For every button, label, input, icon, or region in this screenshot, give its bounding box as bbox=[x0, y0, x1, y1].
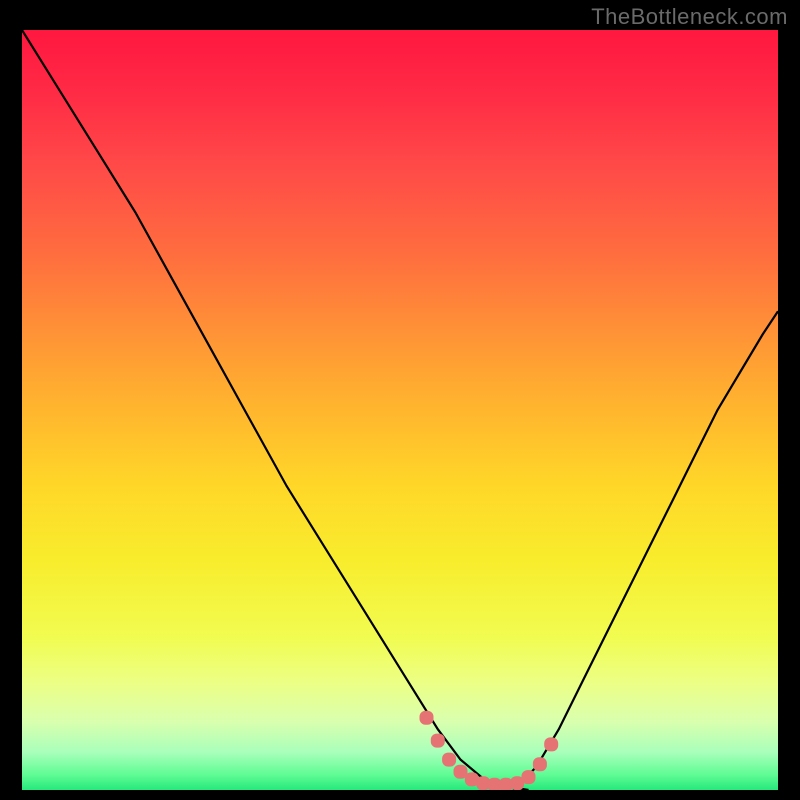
marker-dot bbox=[544, 737, 558, 751]
watermark-label: TheBottleneck.com bbox=[591, 4, 788, 30]
marker-dot bbox=[533, 757, 547, 771]
marker-dot bbox=[420, 711, 434, 725]
curve-right bbox=[513, 311, 778, 790]
marker-dot bbox=[522, 770, 536, 784]
chart-container: TheBottleneck.com bbox=[0, 0, 800, 800]
curve-overlay bbox=[22, 30, 778, 790]
curve-left bbox=[22, 30, 529, 790]
plot-area bbox=[22, 30, 778, 790]
marker-dot bbox=[442, 753, 456, 767]
marker-dot bbox=[431, 734, 445, 748]
marker-group bbox=[420, 711, 559, 790]
